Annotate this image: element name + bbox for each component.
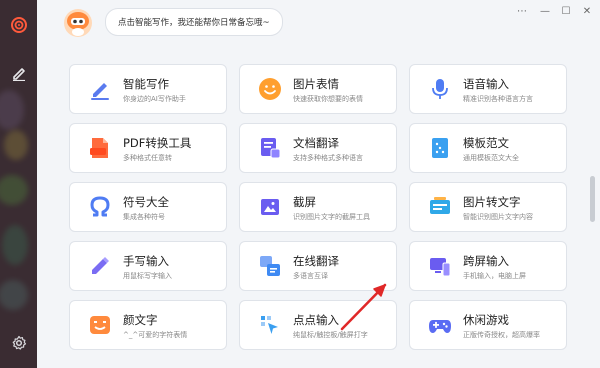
image-to-text-icon: [430, 197, 450, 214]
ai-writing-icon: [91, 83, 109, 100]
feature-card-voice-input[interactable]: 语音输入 精准识别各种语言方言: [409, 64, 567, 114]
card-desc: 正版传奇授权，超高爆率: [463, 331, 540, 339]
pdf-icon: [90, 138, 108, 158]
card-desc: 纯鼠标/触控板/触屏打字: [293, 331, 368, 339]
card-title: 符号大全: [123, 195, 169, 209]
card-desc: 通用模板范文大全: [463, 154, 519, 162]
feature-card-pdf[interactable]: PDF转换工具 多种格式任意转: [69, 123, 227, 173]
mascot-icon: [64, 9, 92, 37]
feature-card-cross-screen[interactable]: 跨屏输入 手机输入，电脑上屏: [409, 241, 567, 291]
card-desc: 识别图片文字的截屏工具: [293, 213, 370, 221]
main-panel: 点击智能写作，我还能帮你日常备忘哦~ ⋯ — ☐ ✕ 智能写作 你身边的AI写作…: [37, 0, 600, 368]
card-title: 模板范文: [463, 136, 509, 150]
feature-card-kaomoji[interactable]: 颜文字 ^_^可爱的字符表情: [69, 300, 227, 350]
gamepad-icon: [429, 320, 451, 333]
card-title: 在线翻译: [293, 254, 339, 268]
card-desc: ^_^可爱的字符表情: [123, 331, 188, 339]
smiley-icon: [259, 78, 281, 100]
dot-input-icon: [261, 316, 278, 334]
card-title: 点点输入: [293, 313, 339, 327]
feature-card-online-translate[interactable]: 在线翻译 多语言互译: [239, 241, 397, 291]
sidebar-pen-button[interactable]: [0, 58, 37, 88]
minimize-button[interactable]: —: [536, 3, 554, 19]
document-translate-icon: [261, 138, 281, 159]
card-desc: 精准识别各种语言方言: [463, 95, 533, 103]
omega-symbol-icon: [90, 196, 110, 217]
cross-screen-icon: [430, 258, 451, 277]
feature-card-handwriting[interactable]: 手写输入 用鼠标写字输入: [69, 241, 227, 291]
feature-card-doc-translate[interactable]: 文档翻译 支持多种格式多种语言: [239, 123, 397, 173]
online-translate-icon: [260, 256, 280, 276]
feature-card-casual-games[interactable]: 休闲游戏 正版传奇授权，超高爆率: [409, 300, 567, 350]
card-title: 休闲游戏: [463, 313, 509, 327]
card-desc: 用鼠标写字输入: [123, 272, 172, 280]
mascot-avatar[interactable]: [63, 8, 93, 38]
card-title: 文档翻译: [293, 136, 339, 150]
feature-card-ai-writing[interactable]: 智能写作 你身边的AI写作助手: [69, 64, 227, 114]
card-desc: 多语言互译: [293, 272, 328, 280]
left-sidebar: [0, 0, 37, 368]
more-icon: ⋯: [517, 5, 527, 17]
card-desc: 你身边的AI写作助手: [123, 95, 186, 103]
microphone-icon: [432, 79, 448, 99]
handwriting-icon: [92, 257, 109, 274]
feature-card-symbols[interactable]: 符号大全 集成各种符号: [69, 182, 227, 232]
card-title: 语音输入: [463, 77, 509, 91]
feature-card-image-emoji[interactable]: 图片表情 快速获取你想要的表情: [239, 64, 397, 114]
sidebar-home-button[interactable]: [0, 10, 37, 40]
scrollbar[interactable]: [590, 176, 595, 222]
maximize-icon: ☐: [561, 5, 571, 17]
close-button[interactable]: ✕: [578, 3, 596, 19]
feature-card-dot-input[interactable]: 点点输入 纯鼠标/触控板/触屏打字: [239, 300, 397, 350]
pen-icon: [12, 68, 25, 81]
card-title: 手写输入: [123, 254, 169, 268]
card-title: PDF转换工具: [123, 136, 192, 150]
card-desc: 手机输入，电脑上屏: [463, 272, 526, 280]
card-title: 跨屏输入: [463, 254, 509, 268]
card-desc: 集成各种符号: [123, 213, 165, 221]
template-icon: [432, 138, 448, 158]
feature-card-screenshot[interactable]: 截屏 识别图片文字的截屏工具: [239, 182, 397, 232]
card-title: 颜文字: [123, 313, 158, 327]
close-icon: ✕: [582, 5, 592, 17]
card-title: 图片表情: [293, 77, 339, 91]
maximize-button[interactable]: ☐: [557, 3, 575, 19]
feature-card-templates[interactable]: 模板范文 通用模板范文大全: [409, 123, 567, 173]
card-title: 截屏: [293, 195, 316, 209]
settings-gear-icon: [12, 335, 26, 350]
card-title: 图片转文字: [463, 195, 521, 209]
assistant-prompt-bubble[interactable]: 点击智能写作，我还能帮你日常备忘哦~: [105, 8, 283, 36]
menu-button[interactable]: ⋯: [513, 3, 531, 19]
target-icon: [10, 17, 27, 33]
minimize-icon: —: [540, 5, 550, 17]
kaomoji-icon: [90, 316, 110, 334]
card-desc: 快速获取你想要的表情: [293, 95, 363, 103]
sidebar-settings-button[interactable]: [0, 328, 37, 358]
card-desc: 智能识别图片文字内容: [463, 213, 533, 221]
screenshot-icon: [261, 199, 279, 215]
card-desc: 多种格式任意转: [123, 154, 172, 162]
top-bar: 点击智能写作，我还能帮你日常备忘哦~ ⋯ — ☐ ✕: [37, 0, 600, 46]
card-desc: 支持多种格式多种语言: [293, 154, 363, 162]
card-title: 智能写作: [123, 77, 169, 91]
feature-card-image-to-text[interactable]: 图片转文字 智能识别图片文字内容: [409, 182, 567, 232]
